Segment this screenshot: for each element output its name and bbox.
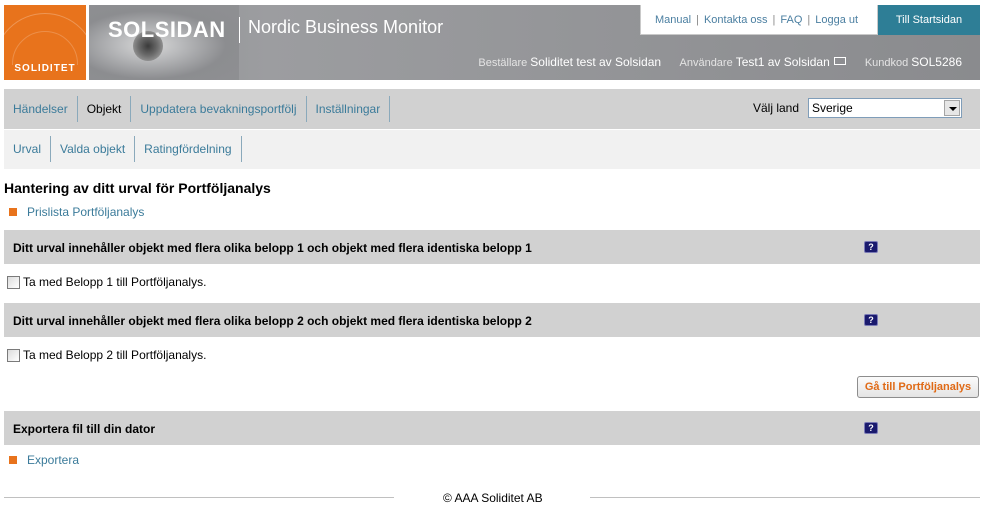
- brand-divider: [239, 17, 240, 43]
- belopp-2-checkbox[interactable]: [7, 348, 20, 362]
- bullet-square-icon: [9, 456, 17, 464]
- bullet-square-icon: [9, 208, 17, 216]
- logo-sun-graphic: [4, 5, 86, 65]
- start-page-button[interactable]: Till Startsidan: [878, 5, 980, 35]
- section-export: Exportera fil till din dator ?: [4, 411, 980, 445]
- export-item: Exportera: [9, 453, 79, 467]
- main-nav: Händelser Objekt Uppdatera bevakningspor…: [4, 89, 980, 129]
- country-select-value: Sverige: [812, 101, 853, 115]
- logo-text: SOLIDITET: [14, 63, 76, 74]
- price-list-link[interactable]: Prislista Portföljanalys: [27, 205, 144, 219]
- footer-divider-right: [590, 497, 980, 498]
- nav-objekt[interactable]: Objekt: [78, 96, 132, 122]
- page-header: SOLIDITET SOLSIDAN Nordic Business Monit…: [0, 0, 985, 84]
- footer-divider-left: [4, 497, 394, 498]
- section-export-title: Exportera fil till din dator: [13, 422, 156, 436]
- faq-link[interactable]: FAQ: [780, 14, 802, 26]
- logout-link[interactable]: Logga ut: [815, 14, 858, 26]
- subnav-urval[interactable]: Urval: [4, 136, 52, 162]
- orderer-label: Beställare: [478, 57, 528, 69]
- contact-link[interactable]: Kontakta oss: [704, 14, 768, 26]
- top-links: Manual | Kontakta oss | FAQ | Logga ut: [640, 5, 878, 35]
- belopp-2-checkbox-label: Ta med Belopp 2 till Portföljanalys.: [23, 348, 207, 362]
- belopp-1-checkbox-row: Ta med Belopp 1 till Portföljanalys.: [7, 275, 206, 289]
- section-belopp-1-title: Ditt urval innehåller objekt med flera o…: [13, 241, 532, 255]
- help-icon[interactable]: ?: [864, 241, 878, 253]
- page-title: Hantering av ditt urval för Portföljanal…: [4, 180, 271, 196]
- section-belopp-1: Ditt urval innehåller objekt med flera o…: [4, 230, 980, 264]
- section-belopp-2-title: Ditt urval innehåller objekt med flera o…: [13, 314, 532, 328]
- country-select[interactable]: Sverige: [808, 98, 962, 118]
- belopp-1-checkbox-label: Ta med Belopp 1 till Portföljanalys.: [23, 275, 207, 289]
- export-link[interactable]: Exportera: [27, 453, 79, 467]
- section-belopp-2: Ditt urval innehåller objekt med flera o…: [4, 303, 980, 337]
- price-list-item: Prislista Portföljanalys: [9, 205, 144, 219]
- sub-nav: Urval Valda objekt Ratingfördelning: [4, 130, 980, 169]
- help-icon[interactable]: ?: [864, 314, 878, 326]
- nav-uppdatera-bevakningsportfolj[interactable]: Uppdatera bevakningsportfölj: [131, 96, 307, 122]
- nav-installningar[interactable]: Inställningar: [307, 96, 391, 122]
- brand-name: SOLSIDAN: [108, 17, 226, 42]
- footer-copyright: © AAA Soliditet AB: [443, 491, 543, 505]
- header-banner: SOLSIDAN Nordic Business Monitor Manual …: [89, 5, 980, 80]
- user-info: Beställare Soliditet test av Solsidan Anv…: [478, 55, 962, 69]
- subnav-ratingfordelning[interactable]: Ratingfördelning: [135, 136, 242, 162]
- chevron-down-icon[interactable]: [944, 100, 960, 116]
- help-icon[interactable]: ?: [864, 422, 878, 434]
- subnav-valda-objekt[interactable]: Valda objekt: [51, 136, 136, 162]
- customer-code-value: SOL5286: [911, 55, 962, 69]
- goto-portfolio-analysis-button[interactable]: Gå till Portföljanalys: [857, 376, 979, 398]
- mail-icon[interactable]: [833, 57, 846, 65]
- customer-code-label: Kundkod: [864, 57, 909, 69]
- country-label: Välj land: [753, 101, 800, 115]
- nav-handelser[interactable]: Händelser: [4, 96, 78, 122]
- user-value: Test1 av Solsidan: [735, 55, 830, 69]
- manual-link[interactable]: Manual: [655, 14, 691, 26]
- belopp-2-checkbox-row: Ta med Belopp 2 till Portföljanalys.: [7, 348, 206, 362]
- belopp-1-checkbox[interactable]: [7, 275, 20, 289]
- soliditet-logo[interactable]: SOLIDITET: [4, 5, 86, 80]
- product-name: Nordic Business Monitor: [248, 17, 444, 37]
- orderer-value: Soliditet test av Solsidan: [530, 55, 662, 69]
- user-label: Användare: [679, 57, 733, 69]
